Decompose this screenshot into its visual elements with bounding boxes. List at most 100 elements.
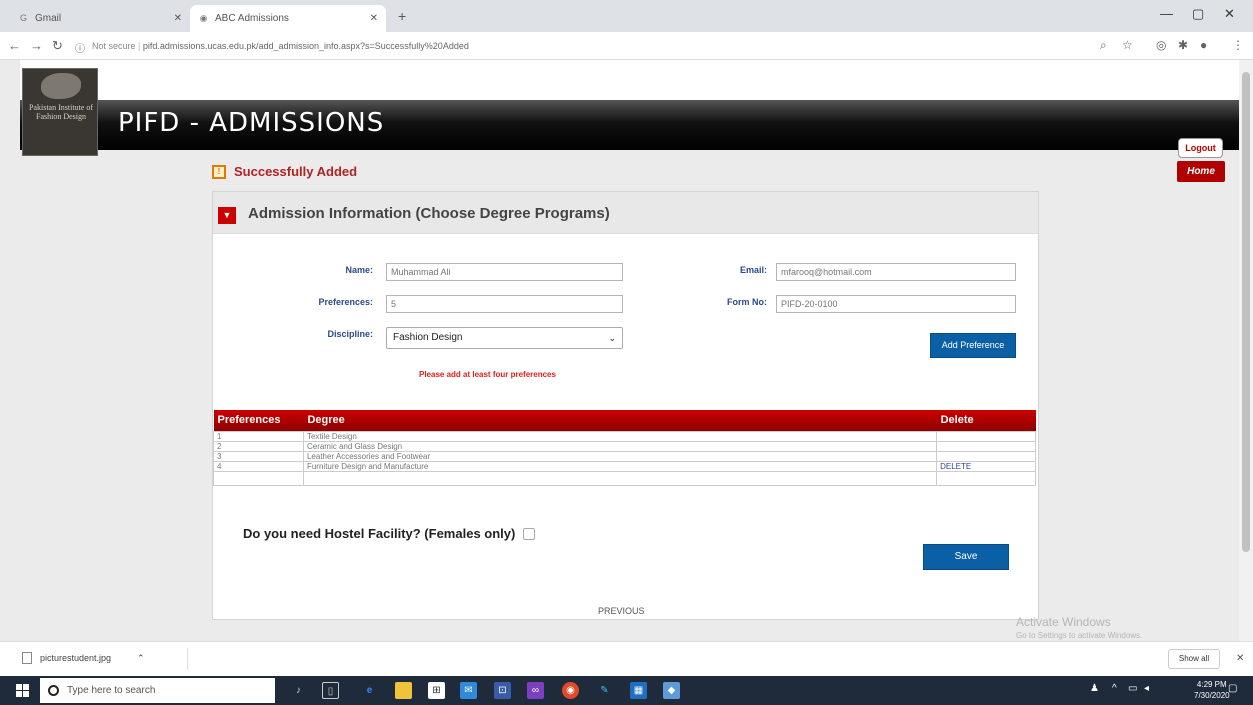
empty-cell [936,470,1036,486]
column-header: Degree [303,410,937,431]
header-top-strip [20,60,1239,100]
mail-icon[interactable]: ✉ [460,682,477,699]
close-icon[interactable]: ✕ [174,13,182,24]
star-icon[interactable]: ☆ [1122,38,1133,52]
collapse-icon[interactable]: ▼ [218,207,236,224]
page-title: PIFD - ADMISSIONS [118,108,385,138]
pref-cell: 3 [213,450,304,462]
tab-gmail[interactable]: G Gmail ✕ [10,5,190,32]
delete-cell [936,450,1036,462]
preferences-label: Preferences: [318,297,373,307]
previous-link[interactable]: PREVIOUS [598,606,645,616]
activate-windows-watermark: Activate Windows Go to Settings to activ… [1016,615,1142,640]
success-text: Successfully Added [234,164,358,179]
back-icon[interactable]: ← [8,38,21,53]
app-icon[interactable]: ⊡ [494,682,511,699]
puzzle-icon[interactable]: ✱ [1178,38,1188,52]
table-row: 4 Furniture Design and Manufacture DELET… [213,460,1036,472]
download-item[interactable]: picturestudent.jpg ⌃ [22,652,145,664]
delete-link[interactable]: DELETE [936,460,1036,472]
add-preference-button[interactable]: Add Preference [930,333,1016,358]
tab-label: Gmail [35,13,62,24]
store-icon[interactable]: ⊞ [428,682,445,699]
maximize-icon[interactable]: ▢ [1192,6,1204,22]
scrollbar-thumb[interactable] [1242,72,1250,552]
minimize-icon[interactable]: — [1160,6,1173,21]
preference-warning: Please add at least four preferences [419,370,556,379]
save-button[interactable]: Save [923,544,1009,570]
chevron-down-icon: ⌄ [608,333,616,343]
name-label: Name: [345,265,373,275]
chevron-up-icon[interactable]: ^ [1112,683,1117,694]
info-icon[interactable]: ⓘ [75,40,85,55]
windows-start-icon[interactable] [16,684,29,697]
url-field[interactable]: Not secure | pifd.admissions.ucas.edu.pk… [92,38,469,54]
admission-panel: ▼ Admission Information (Choose Degree P… [212,191,1039,620]
email-label: Email: [739,265,767,275]
column-header: Delete [936,410,1036,431]
address-bar: ← → ↻ ⓘ Not secure | pifd.admissions.uca… [0,32,1253,60]
form-no-field[interactable]: PIFD-20-0100 [776,295,1016,313]
close-icon[interactable]: ✕ [1236,653,1244,664]
reload-icon[interactable]: ↻ [52,38,63,54]
hostel-checkbox[interactable] [523,527,536,540]
task-view-icon[interactable]: ▯ [322,682,339,699]
search-icon [48,685,59,696]
browser-tab-bar: G Gmail ✕ ◉ ABC Admissions ✕ + — ▢ ✕ [0,0,1253,32]
zoom-icon[interactable]: ⌕ [1100,38,1107,53]
extension-icon[interactable]: ◎ [1156,38,1166,52]
gmail-icon: G [19,13,27,23]
close-icon[interactable]: ✕ [370,13,378,24]
panel-header: ▼ Admission Information (Choose Degree P… [213,192,1038,234]
logout-button[interactable]: Logout [1178,138,1223,158]
table-row: 3 Leather Accessories and Footwear [213,450,1036,462]
edge-icon[interactable]: e [361,682,378,699]
chrome-icon[interactable]: ◉ [562,682,579,699]
pifd-logo[interactable]: Pakistan Institute of Fashion Design [22,68,98,156]
visual-studio-icon[interactable]: ∞ [527,682,544,699]
degree-cell: Textile Design [302,430,938,442]
menu-icon[interactable]: ⋮ [1232,38,1244,52]
table-row: 2 Ceramic and Glass Design [213,440,1036,452]
table-row: 1 Textile Design [213,430,1036,442]
forward-icon[interactable]: → [30,38,43,53]
globe-icon: ◉ [199,13,208,23]
network-icon[interactable]: ▭ [1128,683,1137,694]
name-field[interactable]: Muhammad Ali [386,263,623,281]
table-header-row: Preferences Degree Delete [213,410,1036,431]
watermark-subtitle: Go to Settings to activate Windows. [1016,631,1143,640]
discipline-label: Discipline: [327,329,373,339]
scrollbar[interactable] [1239,60,1253,641]
chevron-up-icon[interactable]: ⌃ [137,653,145,664]
new-tab-icon[interactable]: + [398,8,406,24]
file-icon [22,652,32,664]
degree-cell: Ceramic and Glass Design [302,440,938,452]
pref-cell: 2 [213,440,304,452]
file-explorer-icon[interactable] [395,682,412,699]
show-all-button[interactable]: Show all [1168,649,1220,669]
app-icon[interactable]: ◆ [663,682,680,699]
empty-cell [302,470,938,486]
tab-label: ABC Admissions [215,13,289,24]
divider [187,648,188,670]
microphone-icon[interactable]: ♪ [290,682,307,699]
delete-cell [936,440,1036,452]
hostel-label: Do you need Hostel Facility? (Females on… [243,526,516,541]
clock[interactable]: 4:29 PM 7/30/2020 [1194,679,1230,701]
tool-icon[interactable]: ✎ [596,682,613,699]
people-icon[interactable]: ♟ [1090,683,1099,694]
window-close-icon[interactable]: ✕ [1224,6,1235,22]
hostel-question: Do you need Hostel Facility? (Females on… [243,526,536,541]
degree-cell: Leather Accessories and Footwear [302,450,938,462]
profile-icon[interactable]: ● [1200,38,1207,52]
app-icon[interactable]: ▦ [630,682,647,699]
tab-admissions[interactable]: ◉ ABC Admissions ✕ [190,5,386,32]
volume-icon[interactable]: ◂ [1144,683,1149,694]
preferences-field[interactable]: 5 [386,295,623,313]
discipline-select[interactable]: Fashion Design ⌄ [386,327,623,349]
notification-icon[interactable]: ▢ [1228,683,1237,694]
email-field[interactable]: mfarooq@hotmail.com [776,263,1016,281]
home-button[interactable]: Home [1177,161,1225,182]
search-placeholder: Type here to search [67,685,156,696]
taskbar-search[interactable]: Type here to search [40,678,275,703]
